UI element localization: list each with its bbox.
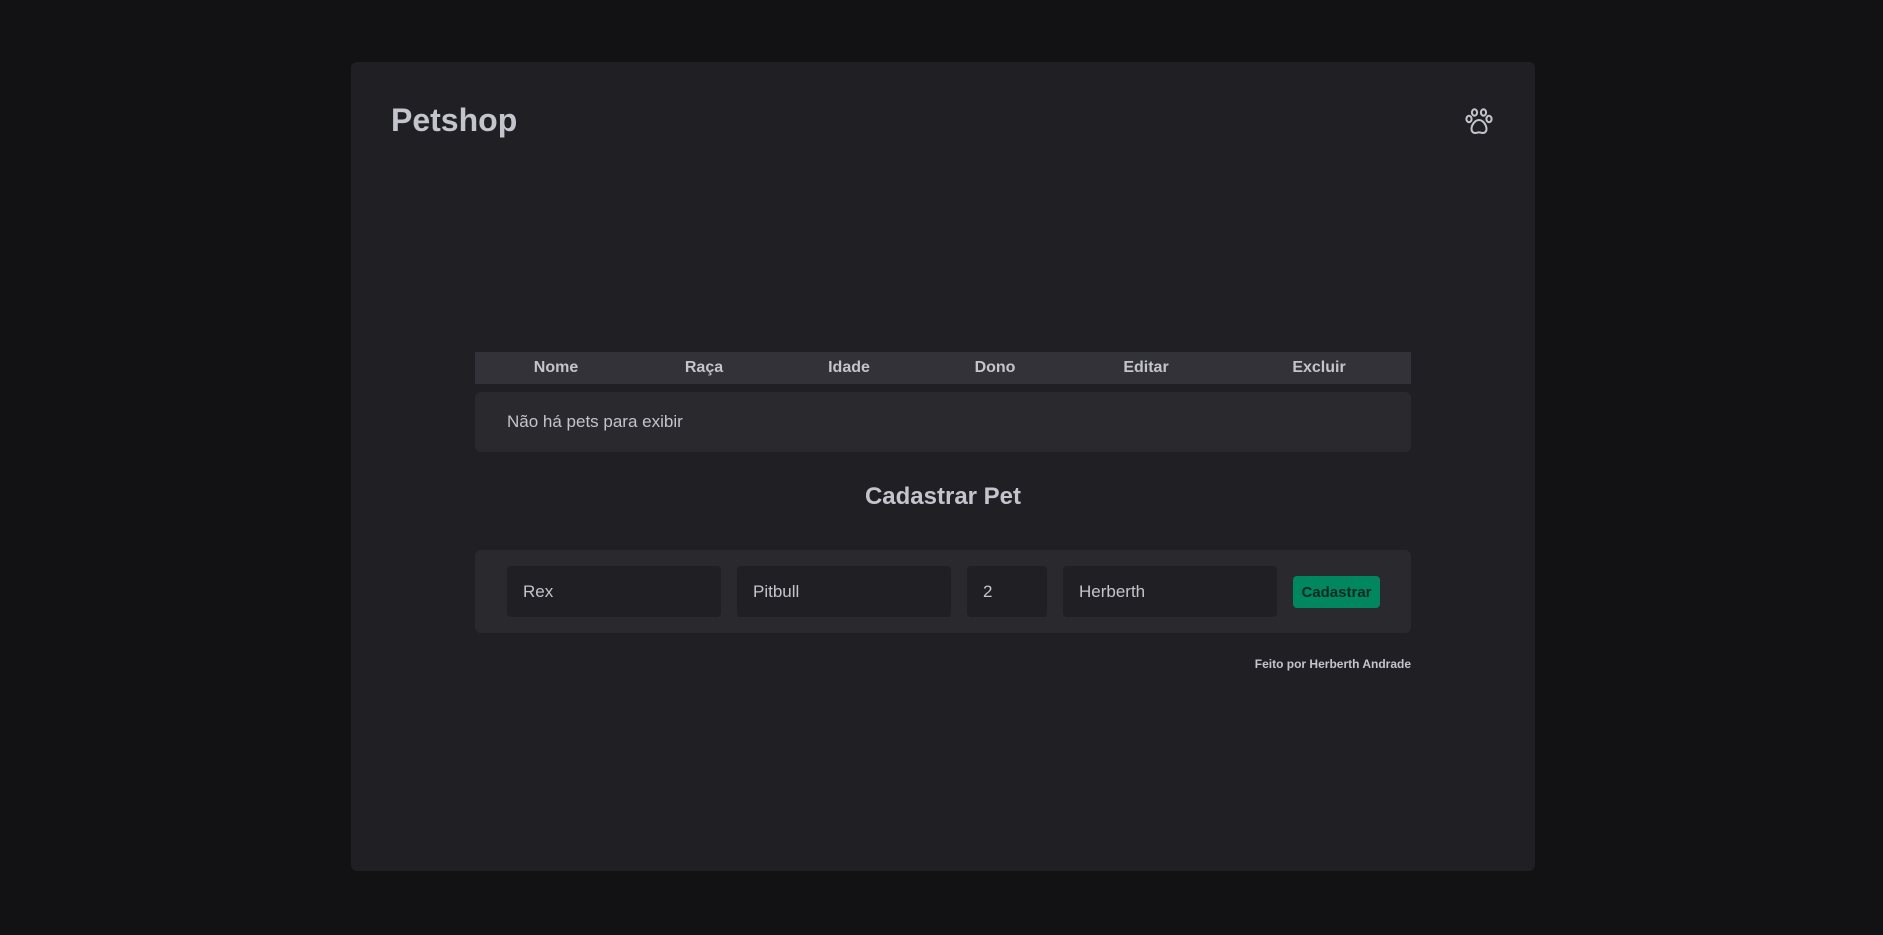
name-input[interactable] <box>507 566 721 617</box>
column-header-idade: Idade <box>828 359 870 376</box>
paw-icon <box>1465 108 1493 134</box>
column-header-nome: Nome <box>533 359 579 376</box>
app-title: Petshop <box>391 102 518 138</box>
breed-input[interactable] <box>737 566 951 617</box>
main-card: Petshop Nome Raça Idade Dono Editar Excl… <box>351 62 1535 871</box>
register-button[interactable]: Cadastrar <box>1293 576 1380 608</box>
footer-credit: Feito por Herberth Andrade <box>1254 657 1411 671</box>
form-title: Cadastrar Pet <box>864 483 1022 510</box>
column-header-editar: Editar <box>1123 359 1169 376</box>
table-header-row: Nome Raça Idade Dono Editar Excluir <box>475 352 1411 384</box>
register-pet-form: Cadastrar <box>475 550 1411 633</box>
column-header-raca: Raça <box>684 359 724 376</box>
age-input[interactable] <box>967 566 1047 617</box>
content-area: Nome Raça Idade Dono Editar Excluir Não … <box>475 352 1411 671</box>
owner-input[interactable] <box>1063 566 1277 617</box>
table-empty-row: Não há pets para exibir <box>475 392 1411 452</box>
empty-message: Não há pets para exibir <box>507 412 683 431</box>
column-header-dono: Dono <box>974 359 1016 376</box>
column-header-excluir: Excluir <box>1292 359 1346 376</box>
